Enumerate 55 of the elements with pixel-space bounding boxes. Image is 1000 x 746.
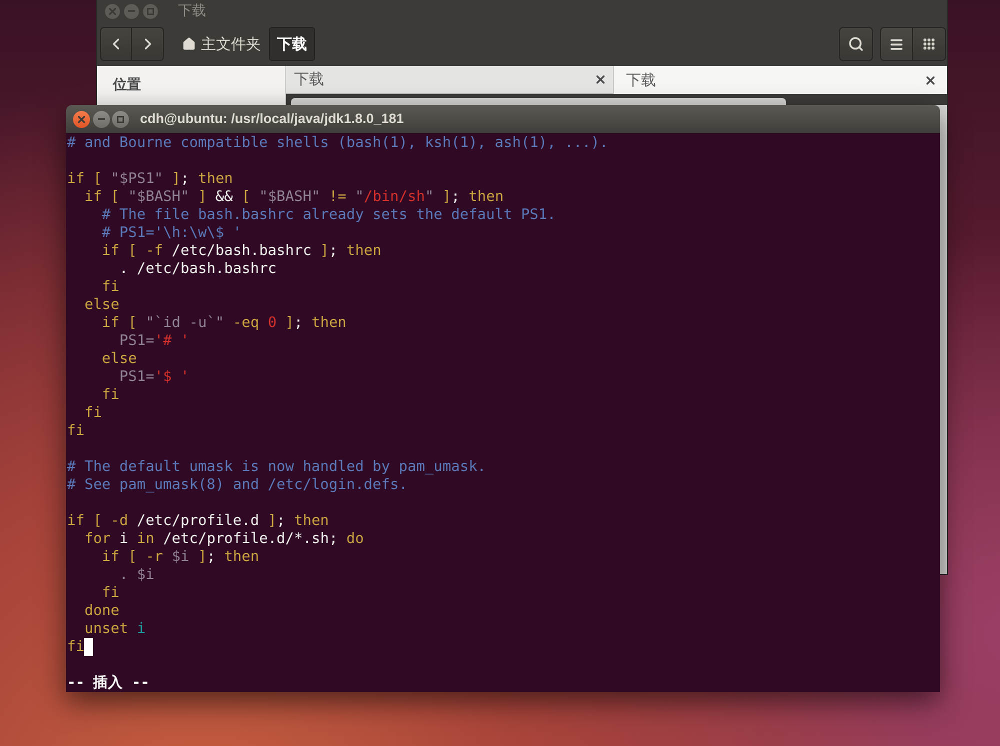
tab[interactable]: 下载 <box>286 66 613 94</box>
code-line: # See pam_umask(8) and /etc/login.defs. <box>67 476 408 494</box>
path-crumb[interactable]: 主文件夹 <box>174 27 269 61</box>
code-line: else <box>84 296 120 314</box>
code-line: if [ "$PS1" ]; then <box>67 170 233 188</box>
code-line: fi <box>67 638 84 656</box>
back-button[interactable] <box>100 27 132 61</box>
code-line: else <box>102 350 137 368</box>
path-crumb[interactable]: 下载 <box>269 27 315 61</box>
code-line: fi <box>102 278 120 296</box>
maximize-icon <box>147 8 154 14</box>
code-line: PS1='# ' <box>119 332 190 350</box>
home-icon <box>182 37 196 51</box>
code-line: # The file bash.bashrc already sets the default PS1. <box>102 206 556 224</box>
close-icon <box>109 8 116 14</box>
code-line: fi <box>67 422 84 440</box>
forward-button[interactable] <box>132 27 164 61</box>
code-line: . $i <box>119 566 154 584</box>
sidebar-heading: 位置 <box>113 77 141 93</box>
minimize-icon <box>128 10 135 12</box>
code-line: for i in /etc/profile.d/*.sh; do <box>84 530 364 548</box>
code-line: PS1='$ ' <box>119 368 190 386</box>
code-line: if [ "$BASH" ] && [ "$BASH" != "/bin/sh" ]; then <box>84 188 504 206</box>
close-button[interactable] <box>73 110 90 128</box>
minimize-button[interactable] <box>92 110 110 128</box>
grid-view-button[interactable] <box>913 27 946 61</box>
code-line: . /etc/bash.bashrc <box>119 260 277 278</box>
grid-icon <box>922 37 936 51</box>
code-line: if [ -d /etc/profile.d ]; then <box>67 512 329 530</box>
close-icon <box>78 116 85 122</box>
code-line: fi <box>84 404 102 422</box>
list-icon <box>889 36 904 52</box>
list-view-button[interactable] <box>880 27 913 61</box>
code-line: fi <box>102 386 120 404</box>
code-line: if [ -f /etc/bash.bashrc ]; then <box>102 242 382 260</box>
code-line: done <box>84 602 120 620</box>
tab[interactable]: 下载 <box>613 66 947 94</box>
code-line: # The default umask is now handled by pam_umask. <box>67 458 486 476</box>
close-icon <box>594 73 606 86</box>
code-line: # PS1='\h:\w\$ ' <box>102 224 242 242</box>
code-line: if [ -r $i ]; then <box>102 548 260 566</box>
maximize-icon <box>117 116 124 122</box>
mode-indicator: -- 插入 -- <box>67 674 150 692</box>
code-line: unset i <box>84 620 146 638</box>
search-button[interactable] <box>839 27 873 61</box>
code-line: # and Bourne compatible shells (bash(1), ksh(1), ash(1), ...). <box>67 134 608 152</box>
code-line: if [ "`id -u`" -eq 0 ]; then <box>102 314 346 332</box>
minimize-icon <box>98 118 104 120</box>
close-icon <box>924 74 936 86</box>
terminal-title: cdh@ubuntu: /usr/local/java/jdk1.8.0_181 <box>140 110 404 128</box>
code-line: fi <box>102 584 120 602</box>
search-icon <box>848 36 864 52</box>
maximize-button[interactable] <box>112 110 129 128</box>
window-title: 下载 <box>178 2 206 20</box>
entry-field[interactable] <box>291 98 786 105</box>
